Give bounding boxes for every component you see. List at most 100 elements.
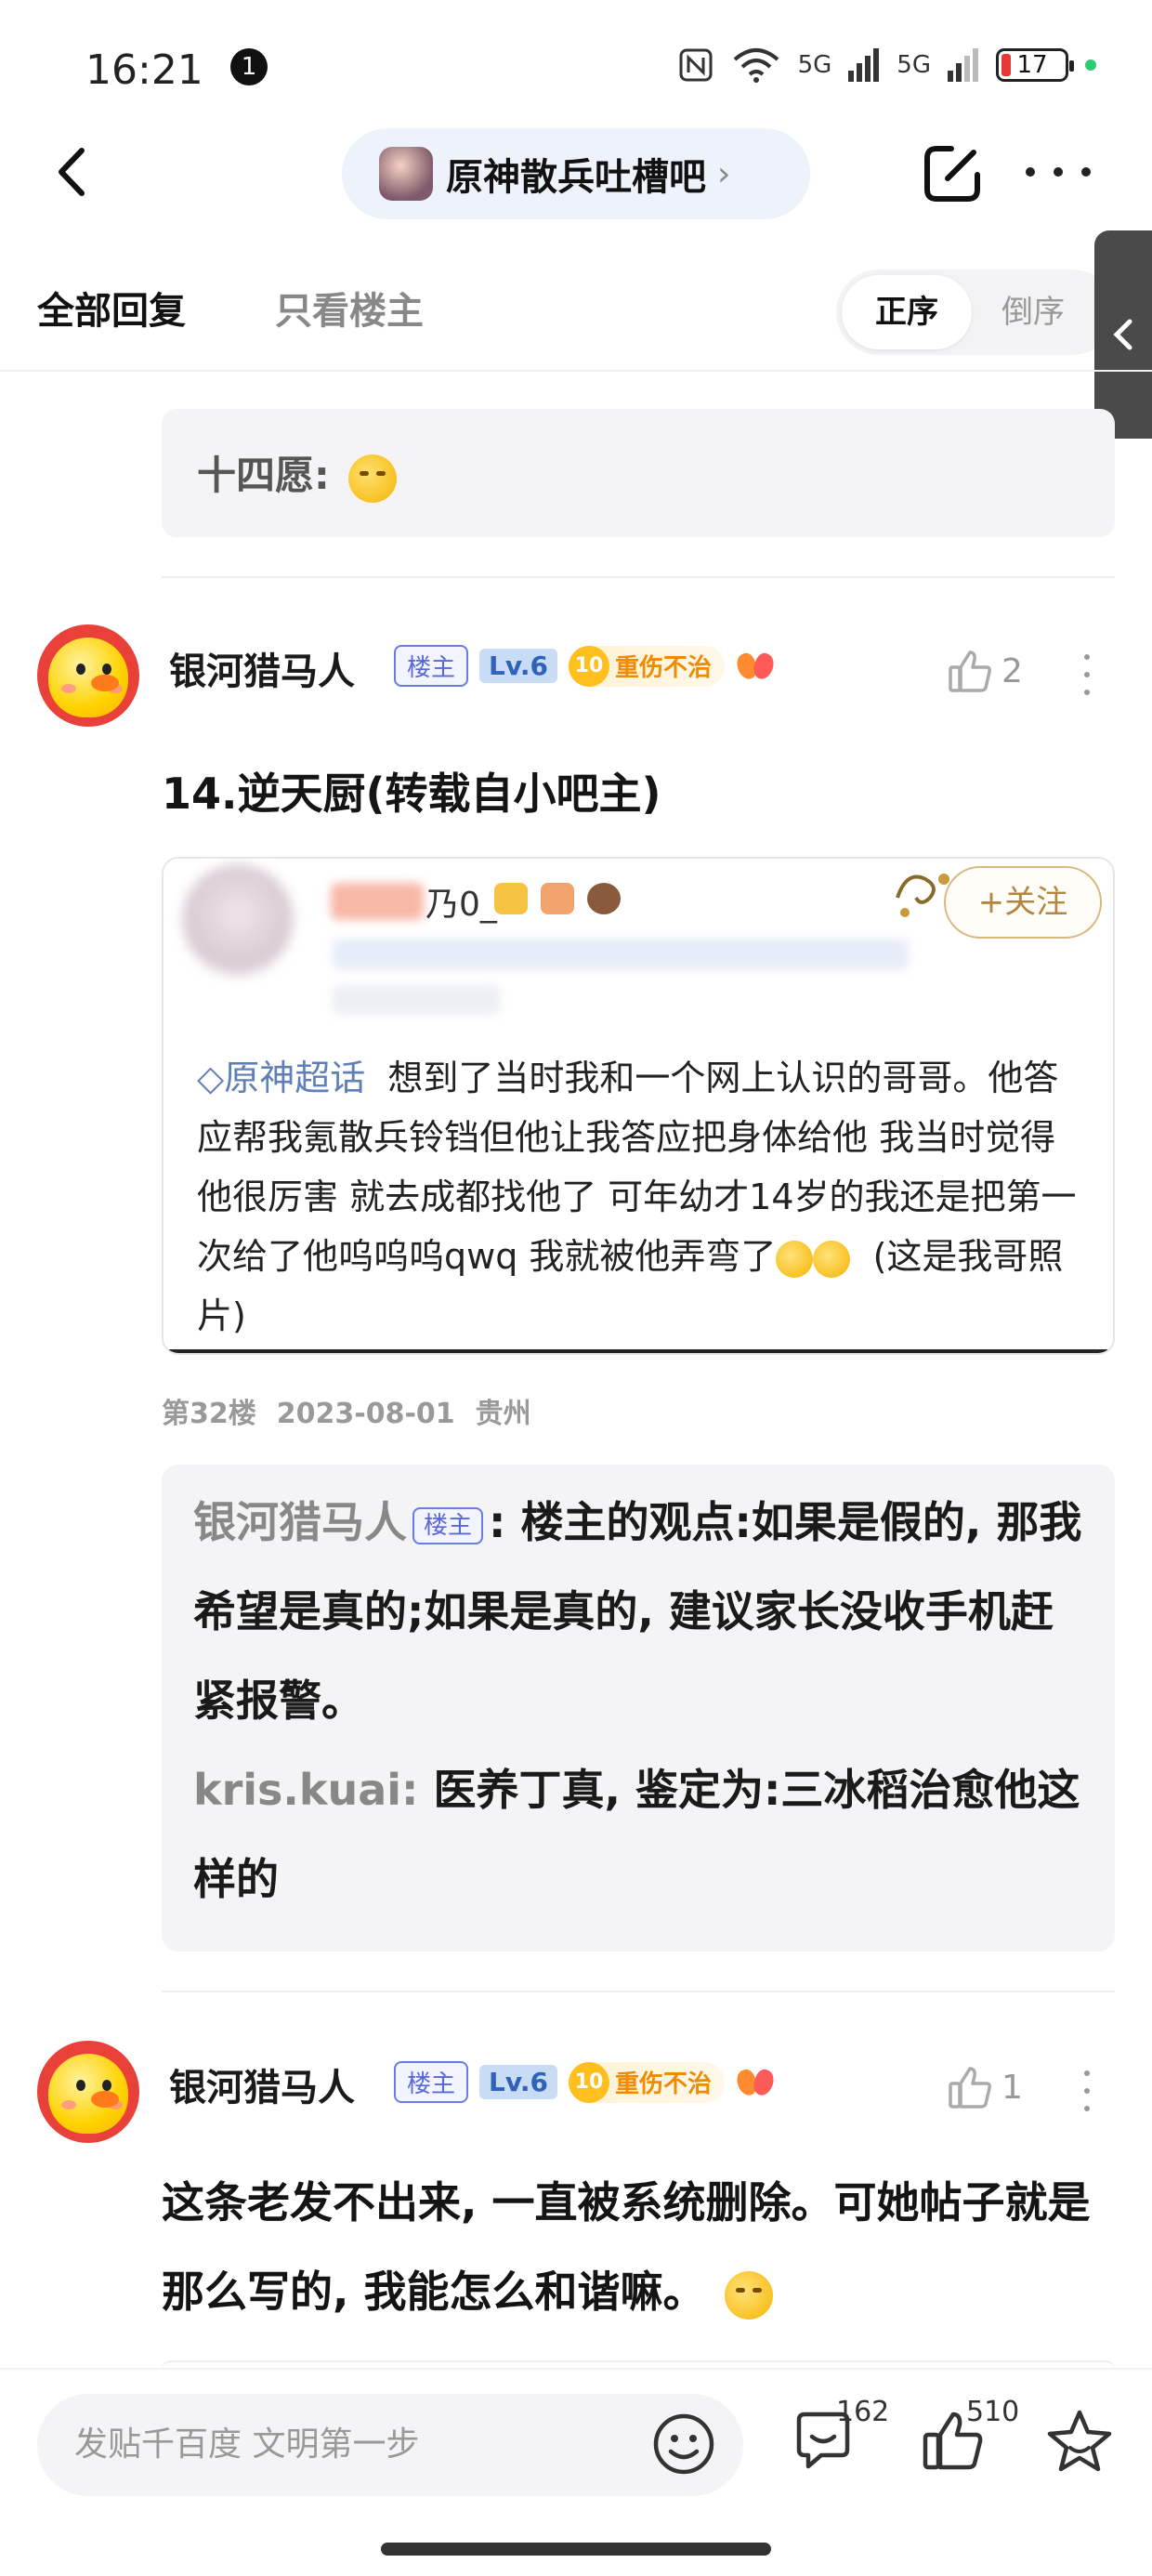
sub-reply[interactable]: kris.kuai: 医养丁真, 鉴定为:三冰稻治愈他这样的 <box>193 1745 1083 1924</box>
edit-icon[interactable] <box>920 141 985 206</box>
like-post-button[interactable]: 510 <box>920 2396 1019 2481</box>
wifi-icon <box>733 48 779 83</box>
status-time: 16:21 <box>85 46 203 94</box>
reply-author[interactable]: kris.kuai: <box>193 1765 418 1815</box>
wish-text: 十四愿: <box>197 453 330 498</box>
sub-replies[interactable]: 银河猎马人 楼主: 楼主的观点:如果是假的, 那我希望是真的;如果是真的, 建议家… <box>162 1465 1115 1952</box>
status-bar: 16:21 1 5G 5G 17 <box>0 0 1152 130</box>
charging-dot <box>1085 59 1096 71</box>
topic-tag: ◇原神超话 <box>197 1058 366 1098</box>
blurred-meta-line <box>333 939 909 970</box>
topic-name: 原神超话 <box>224 1058 366 1098</box>
crying-emoji-icon <box>776 1240 814 1278</box>
comment-count: 162 <box>836 2396 890 2428</box>
level-badge: Lv.6 <box>479 2065 557 2099</box>
collapse-chevron-icon <box>1113 319 1132 350</box>
post-meta: 第32楼 2023-08-01 贵州 <box>162 1390 552 1431</box>
comment-button[interactable]: 162 <box>790 2396 889 2481</box>
avatar[interactable] <box>37 2041 139 2143</box>
battery-icon: 17 <box>996 48 1074 82</box>
thumb-up-icon <box>949 651 991 692</box>
decoration-badge-icon <box>736 2066 777 2099</box>
author-badges: 楼主 Lv.6 10 重伤不治 <box>394 2061 777 2103</box>
grinning-emoji-icon <box>347 453 397 503</box>
follow-button: +关注 <box>944 866 1102 939</box>
side-drawer-handle[interactable] <box>1094 230 1152 439</box>
divider <box>162 1991 1115 1992</box>
reply-author[interactable]: 银河猎马人 <box>193 1497 407 1547</box>
title-badge-text: 重伤不治 <box>614 654 712 682</box>
tab-all-replies[interactable]: 全部回复 <box>37 281 186 335</box>
sub-reply[interactable]: 银河猎马人 楼主: 楼主的观点:如果是假的, 那我希望是真的;如果是真的, 建议家… <box>193 1478 1083 1745</box>
thumb-up-icon <box>949 2067 991 2109</box>
top-nav: 原神散兵吐槽吧 › <box>0 121 1152 223</box>
forum-entry-button[interactable]: 原神散兵吐槽吧 › <box>342 128 810 219</box>
like-button[interactable]: 2 <box>946 647 1023 695</box>
title-badge-number: 10 <box>568 645 609 687</box>
sort-toggle: 正序 倒序 <box>836 269 1115 355</box>
nfc-icon <box>679 48 713 82</box>
reply-filter-bar: 全部回复 只看楼主 正序 倒序 <box>0 260 1152 372</box>
like-count: 1 <box>1001 2068 1023 2107</box>
title-badge-number: 10 <box>568 2061 609 2103</box>
title-badge: 10 重伤不治 <box>568 2061 725 2103</box>
user-badges <box>494 883 621 914</box>
more-icon[interactable] <box>1026 139 1091 204</box>
like-count: 510 <box>966 2396 1020 2428</box>
title-badge-text: 重伤不治 <box>614 2070 712 2098</box>
post-menu-icon[interactable] <box>1081 654 1093 695</box>
chevron-right-icon: › <box>717 154 731 193</box>
author-name[interactable]: 银河猎马人 <box>169 2057 355 2111</box>
comment-input[interactable]: 发贴千百度 文明第一步 <box>37 2394 743 2496</box>
screenshot-text: ◇原神超话 想到了当时我和一个网上认识的哥哥。他答应帮我氪散兵铃铛但他让我答应把… <box>197 1048 1089 1346</box>
emoji-face-icon[interactable] <box>650 2411 717 2477</box>
blurred-avatar <box>182 864 294 976</box>
post-location: 贵州 <box>475 1398 531 1430</box>
post-body: 这条老发不出来, 一直被系统删除。可她帖子就是那么写的, 我能怎么和谐嘛。 <box>162 2158 1115 2336</box>
image-edge <box>164 1349 1113 1353</box>
username-tail: 乃0_ <box>425 886 497 924</box>
title-badge: 10 重伤不治 <box>568 645 725 687</box>
forum-name: 原神散兵吐槽吧 <box>446 156 706 199</box>
star-icon <box>1047 2410 1112 2472</box>
signal-5g-label-1: 5G <box>797 51 832 79</box>
op-badge: 楼主 <box>394 645 469 687</box>
post-menu-icon[interactable] <box>1081 2070 1093 2111</box>
post-date: 2023-08-01 <box>276 1398 455 1430</box>
like-count: 2 <box>1001 651 1023 690</box>
duck-avatar-icon <box>48 637 128 717</box>
tab-op-only[interactable]: 只看楼主 <box>275 281 424 335</box>
favorite-button[interactable] <box>1044 2407 1119 2481</box>
author-name[interactable]: 银河猎马人 <box>169 641 355 695</box>
blurred-meta-line <box>333 985 500 1015</box>
blurred-username <box>331 883 424 920</box>
embedded-screenshot[interactable]: 乃0_ +关注 ◇原神超话 想到了当时我和一个网上认识的哥哥。他答应帮我氪散兵铃… <box>162 857 1115 1355</box>
crying-emoji-icon <box>724 2270 773 2320</box>
avatar[interactable] <box>37 624 139 727</box>
divider <box>0 370 1152 372</box>
divider <box>162 576 1115 578</box>
signal-5g-label-2: 5G <box>897 51 931 79</box>
duck-avatar-icon <box>48 2054 128 2134</box>
sort-ascending-button[interactable]: 正序 <box>842 275 972 349</box>
op-badge: 楼主 <box>394 2061 469 2103</box>
status-icons: 5G 5G 17 <box>677 46 1096 84</box>
level-badge: Lv.6 <box>479 649 557 683</box>
notification-badge: 1 <box>230 48 268 85</box>
signal-bars-icon <box>848 48 880 82</box>
battery-level: 17 <box>1016 51 1048 79</box>
home-indicator[interactable] <box>381 2543 771 2556</box>
signal-bars-icon-2 <box>948 48 978 82</box>
quoted-text-box: 十四愿: <box>162 409 1115 537</box>
like-button[interactable]: 1 <box>946 2063 1023 2111</box>
author-badges: 楼主 Lv.6 10 重伤不治 <box>394 645 777 687</box>
floor-number: 第32楼 <box>162 1398 256 1430</box>
op-badge: 楼主 <box>412 1506 484 1544</box>
decoration-badge-icon <box>736 650 777 683</box>
forum-avatar <box>379 147 433 201</box>
sort-descending-button[interactable]: 倒序 <box>1001 275 1065 349</box>
post-body-text: 这条老发不出来, 一直被系统删除。可她帖子就是那么写的, 我能怎么和谐嘛。 <box>162 2177 1091 2317</box>
post-title: 14.逆天厨(转载自小吧主) <box>162 769 661 819</box>
crying-emoji-icon <box>813 1240 851 1278</box>
back-arrow-icon[interactable] <box>41 139 106 204</box>
